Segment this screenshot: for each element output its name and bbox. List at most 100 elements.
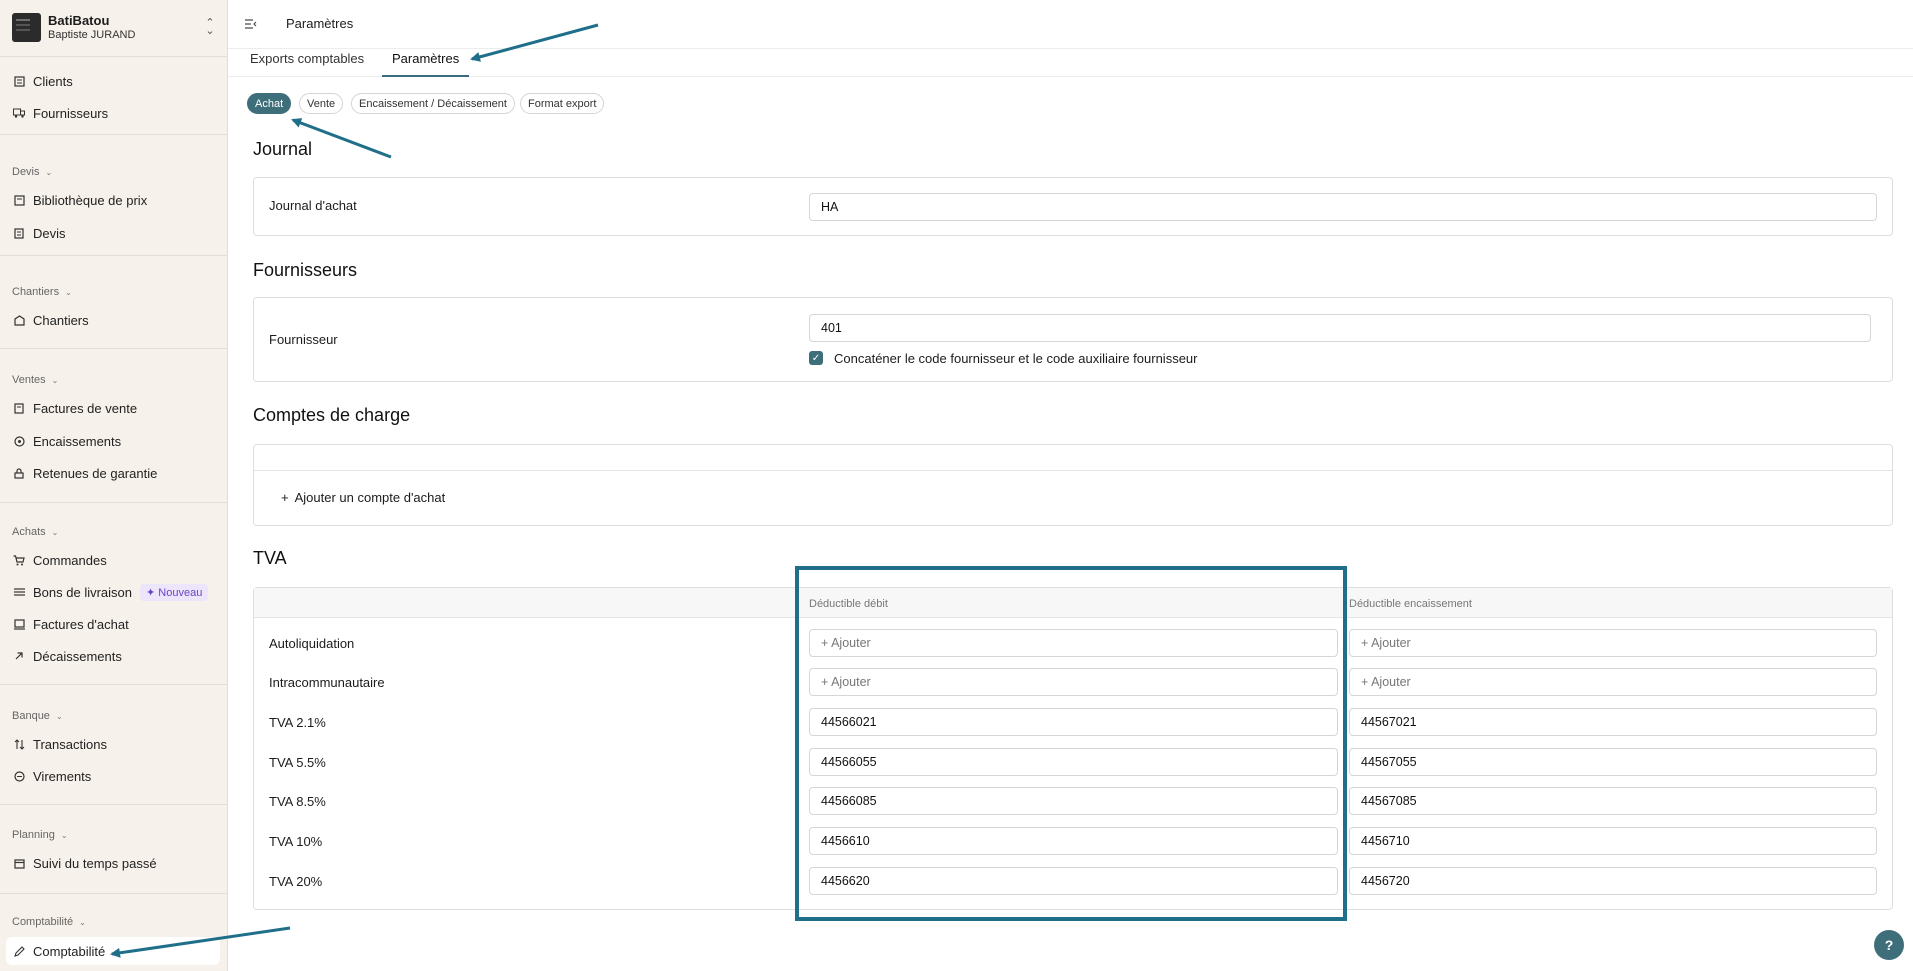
- sidebar-item-devis[interactable]: Devis: [6, 219, 220, 247]
- sidebar-item-label: Commandes: [33, 552, 107, 568]
- section-planning[interactable]: Planning ⌄: [12, 829, 68, 841]
- fournisseurs-card: Fournisseur 401 ✓ Concaténer le code fou…: [253, 297, 1893, 382]
- sidebar-item-retenues[interactable]: Retenues de garantie: [6, 459, 220, 487]
- tva-encaissement-input[interactable]: 4456710: [1349, 827, 1877, 855]
- plus-icon: +: [281, 490, 289, 505]
- sidebar-item-label: Bibliothèque de prix: [33, 192, 148, 208]
- tva-row-label: Autoliquidation: [269, 636, 355, 651]
- section-ventes[interactable]: Ventes ⌄: [12, 374, 58, 386]
- truck-icon: [13, 107, 25, 119]
- book-icon: [13, 194, 25, 206]
- tva-row-label: TVA 10%: [269, 834, 323, 849]
- concat-checkbox[interactable]: ✓: [809, 351, 823, 365]
- chevron-down-icon: ⌄: [55, 711, 63, 721]
- sidebar-item-virements[interactable]: Virements: [6, 762, 220, 790]
- sidebar-item-transactions[interactable]: Transactions: [6, 730, 220, 758]
- tab-parametres[interactable]: Paramètres: [382, 49, 470, 77]
- tva-encaissement-input[interactable]: 44567055: [1349, 748, 1877, 776]
- add-compte-achat-button[interactable]: + Ajouter un compte d'achat: [281, 490, 445, 505]
- org-switcher[interactable]: BatiBatou Baptiste JURAND ⌃ ⌄: [12, 12, 216, 42]
- journal-title: Journal: [253, 139, 313, 159]
- chip-format-export[interactable]: Format export: [520, 93, 605, 114]
- sidebar-item-label: Fournisseurs: [33, 105, 109, 121]
- sidebar-item-fournisseurs[interactable]: Fournisseurs: [6, 99, 220, 127]
- sidebar-item-label: Encaissements: [33, 433, 122, 449]
- page-title: Paramètres: [286, 16, 354, 31]
- concat-checkbox-label: Concaténer le code fournisseur et le cod…: [834, 351, 1198, 366]
- chevron-updown-icon[interactable]: ⌃ ⌄: [204, 18, 216, 37]
- chevron-down-icon: ⌄: [60, 830, 68, 840]
- journal-input[interactable]: HA: [809, 193, 1877, 221]
- calendar-icon: [13, 857, 25, 869]
- list-icon: [13, 586, 25, 598]
- sidebar-item-label: Devis: [33, 225, 66, 241]
- sidebar-item-label: Transactions: [33, 736, 107, 752]
- sidebar-toggle-icon[interactable]: [245, 17, 257, 32]
- fournisseurs-title: Fournisseurs: [253, 260, 358, 280]
- comptes-title: Comptes de charge: [253, 405, 411, 425]
- section-banque[interactable]: Banque ⌄: [12, 710, 63, 722]
- coin-icon: [13, 435, 25, 447]
- help-button[interactable]: ?: [1874, 930, 1904, 960]
- sidebar-item-comptabilite[interactable]: Comptabilité: [6, 937, 220, 965]
- tva-row-label: Intracommunautaire: [269, 675, 385, 690]
- lock-icon: [13, 467, 25, 479]
- chip-vente[interactable]: Vente: [299, 93, 344, 114]
- sidebar-item-clients[interactable]: Clients: [6, 67, 220, 95]
- fournisseur-label: Fournisseur: [269, 332, 338, 347]
- journal-label: Journal d'achat: [269, 198, 357, 213]
- tab-bar: Exports comptables Paramètres: [228, 49, 1913, 77]
- sidebar-item-label: Virements: [33, 768, 92, 784]
- chip-encaissement-decaissement[interactable]: Encaissement / Décaissement: [351, 93, 515, 114]
- section-chantiers[interactable]: Chantiers ⌄: [12, 286, 72, 298]
- section-achats[interactable]: Achats ⌄: [12, 526, 58, 538]
- sidebar-item-decaissements[interactable]: Décaissements: [6, 642, 220, 670]
- sidebar: BatiBatou Baptiste JURAND ⌃ ⌄ Clients Fou…: [0, 0, 228, 971]
- sidebar-item-commandes[interactable]: Commandes: [6, 546, 220, 574]
- tva-encaissement-input[interactable]: 44567085: [1349, 787, 1877, 815]
- chevron-down-icon: ⌄: [79, 917, 86, 927]
- org-user: Baptiste JURAND: [48, 29, 136, 41]
- document-icon: [13, 227, 25, 239]
- sidebar-item-chantiers[interactable]: Chantiers: [6, 306, 220, 334]
- sidebar-item-factures-achat[interactable]: Factures d'achat: [6, 610, 220, 638]
- tva-encaissement-input[interactable]: + Ajouter: [1349, 668, 1877, 696]
- tab-exports-comptables[interactable]: Exports comptables: [250, 49, 364, 77]
- receipt-icon: [13, 618, 25, 630]
- sidebar-item-label: Factures de vente: [33, 400, 138, 416]
- sidebar-item-suivi-temps[interactable]: Suivi du temps passé: [6, 849, 220, 877]
- chevron-down-icon: ⌄: [45, 167, 53, 177]
- clients-icon: [13, 75, 25, 87]
- section-comptabilite[interactable]: Comptabilité ⌄: [12, 916, 86, 928]
- chevron-down-icon: ⌄: [65, 287, 72, 297]
- invoice-icon: [13, 402, 25, 414]
- topbar: Paramètres: [228, 0, 1913, 49]
- tva-row-label: TVA 8.5%: [269, 794, 326, 809]
- sidebar-item-label: Clients: [33, 73, 73, 89]
- tva-row-label: TVA 20%: [269, 874, 323, 889]
- sidebar-item-label: Chantiers: [33, 312, 89, 328]
- tva-encaissement-input[interactable]: + Ajouter: [1349, 629, 1877, 657]
- sparkle-icon: ✦: [146, 586, 156, 599]
- sidebar-item-bibliotheque[interactable]: Bibliothèque de prix: [6, 186, 220, 214]
- fournisseur-input[interactable]: 401: [809, 314, 1871, 342]
- cart-icon: [13, 554, 25, 566]
- tva-encaissement-input[interactable]: 4456720: [1349, 867, 1877, 895]
- building-icon: [13, 314, 25, 326]
- sidebar-item-factures-vente[interactable]: Factures de vente: [6, 394, 220, 422]
- section-devis[interactable]: Devis ⌄: [12, 166, 52, 178]
- sidebar-item-label: Factures d'achat: [33, 616, 129, 632]
- sidebar-item-label: Décaissements: [33, 648, 122, 664]
- chevron-down-icon: ⌄: [51, 527, 59, 537]
- tva-encaissement-input[interactable]: 44567021: [1349, 708, 1877, 736]
- new-badge: ✦ Nouveau: [140, 583, 209, 601]
- annotation-highlight-box: [795, 566, 1347, 921]
- chip-achat[interactable]: Achat: [247, 93, 292, 114]
- chevron-down-icon: ⌄: [51, 375, 59, 385]
- sidebar-item-encaissements[interactable]: Encaissements: [6, 427, 220, 455]
- sidebar-item-label: Bons de livraison: [33, 584, 132, 600]
- sidebar-item-bons-livraison[interactable]: Bons de livraison ✦ Nouveau: [6, 578, 220, 606]
- sidebar-item-label: Suivi du temps passé: [33, 855, 157, 871]
- transfer-icon: [13, 770, 25, 782]
- tva-title: TVA: [253, 548, 287, 568]
